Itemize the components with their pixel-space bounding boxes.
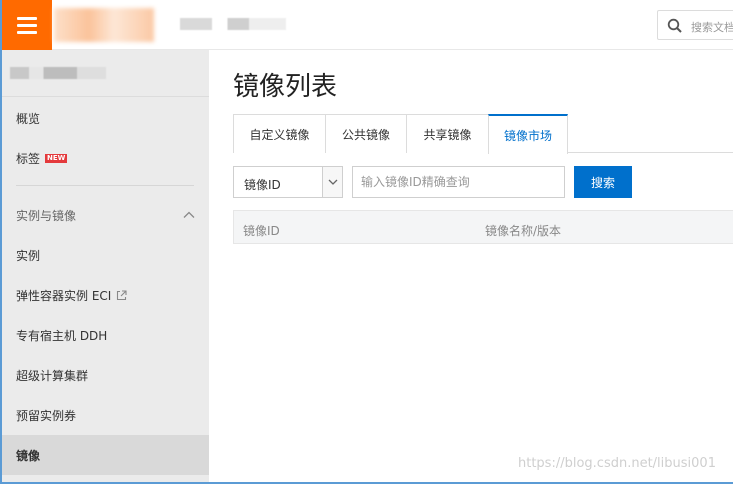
tab-label: 镜像市场 xyxy=(503,128,552,143)
sidebar-item-eci[interactable]: 弹性容器实例 ECI xyxy=(2,275,209,315)
filter-type-select[interactable]: 镜像ID xyxy=(233,166,343,198)
blurred-logo xyxy=(54,8,154,42)
sidebar-item-label: 实例 xyxy=(16,248,41,263)
sidebar-item-label: 超级计算集群 xyxy=(16,368,89,383)
sidebar: 概览 标签 NEW 实例与镜像 实例 弹性容器实例 ECI 专有宿主机 DDH xyxy=(2,50,209,482)
search-button[interactable]: 搜索 xyxy=(574,166,632,198)
tab-label: 共享镜像 xyxy=(423,127,472,142)
sidebar-item-ddh[interactable]: 专有宿主机 DDH xyxy=(2,315,209,355)
tab-label: 自定义镜像 xyxy=(249,127,310,142)
sidebar-item-label: 专有宿主机 DDH xyxy=(16,328,108,343)
app-frame: 搜索文档 概览 标签 NEW 实例与镜像 实例 弹性容器实例 ECI 专有宿主机… xyxy=(0,0,733,484)
sidebar-item-reserved-instances[interactable]: 预留实例券 xyxy=(2,395,209,435)
sidebar-item-label: 镜像 xyxy=(16,448,41,463)
sidebar-item-images[interactable]: 镜像 xyxy=(2,435,209,475)
sidebar-group-instances-images[interactable]: 实例与镜像 xyxy=(2,195,209,235)
menu-icon xyxy=(17,16,37,20)
sidebar-group-label: 实例与镜像 xyxy=(16,208,77,223)
chevron-down-icon xyxy=(328,179,338,185)
divider xyxy=(2,96,209,97)
doc-search-input[interactable]: 搜索文档 xyxy=(657,10,733,40)
sidebar-item-tags[interactable]: 标签 NEW xyxy=(2,138,209,178)
tab-shared-images[interactable]: 共享镜像 xyxy=(406,114,488,153)
image-id-search-input[interactable] xyxy=(352,166,565,198)
image-tabs: 自定义镜像 公共镜像 共享镜像 镜像市场 xyxy=(233,114,568,154)
column-header-image-id: 镜像ID xyxy=(243,224,280,238)
chevron-up-icon xyxy=(183,211,195,218)
main-content: 镜像列表 自定义镜像 公共镜像 共享镜像 镜像市场 镜像ID 输入镜像ID精确查… xyxy=(209,50,733,482)
watermark: https://blog.csdn.net/libusi001 xyxy=(518,456,716,471)
sidebar-item-scc[interactable]: 超级计算集群 xyxy=(2,355,209,395)
blurred-sidebar-header xyxy=(10,67,106,79)
tab-custom-images[interactable]: 自定义镜像 xyxy=(233,114,325,153)
tab-label: 公共镜像 xyxy=(341,127,390,142)
blurred-breadcrumb xyxy=(180,18,286,30)
table-header: 镜像ID 镜像名称/版本 xyxy=(233,210,733,244)
hamburger-menu-button[interactable] xyxy=(2,0,52,50)
column-header-image-name-version: 镜像名称/版本 xyxy=(485,224,562,238)
search-icon xyxy=(667,18,682,33)
sidebar-item-label: 弹性容器实例 ECI xyxy=(16,288,112,303)
select-arrow[interactable] xyxy=(322,167,342,197)
sidebar-item-label: 标签 xyxy=(16,151,41,166)
sidebar-item-label: 概览 xyxy=(16,111,41,126)
sidebar-item-overview[interactable]: 概览 xyxy=(2,98,209,138)
external-link-icon xyxy=(117,289,127,300)
page-title: 镜像列表 xyxy=(233,72,338,102)
top-bar: 搜索文档 xyxy=(2,0,733,50)
tab-image-marketplace[interactable]: 镜像市场 xyxy=(488,114,568,154)
new-badge: NEW xyxy=(45,153,68,163)
tab-public-images[interactable]: 公共镜像 xyxy=(325,114,406,153)
search-placeholder: 搜索文档 xyxy=(691,21,733,34)
sidebar-item-instances[interactable]: 实例 xyxy=(2,235,209,275)
divider xyxy=(16,185,194,186)
select-value: 镜像ID xyxy=(244,178,281,192)
sidebar-item-label: 预留实例券 xyxy=(16,408,77,423)
